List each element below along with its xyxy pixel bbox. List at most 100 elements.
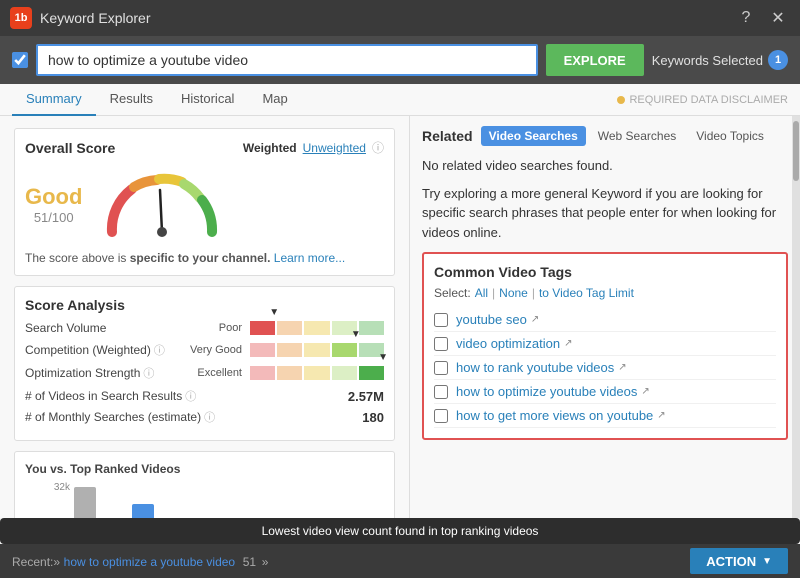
no-results-desc: Try exploring a more general Keyword if … — [422, 184, 788, 243]
tab-summary[interactable]: Summary — [12, 84, 96, 116]
optimization-info-icon[interactable]: ⓘ — [143, 365, 154, 381]
help-button[interactable]: ? — [734, 6, 758, 30]
score-number: 51/100 — [25, 210, 82, 225]
competition-bar — [250, 343, 384, 357]
tag-text-1[interactable]: youtube seo ↗ — [456, 312, 539, 327]
related-header: Related Video Searches Web Searches Vide… — [422, 126, 788, 146]
tags-select-to-limit[interactable]: to Video Tag Limit — [539, 286, 634, 300]
tag-label-1: youtube seo — [456, 312, 527, 327]
right-scrollbar[interactable] — [792, 116, 800, 518]
tag-item-2: video optimization ↗ — [434, 332, 776, 356]
required-disclaimer: REQUIRED DATA DISCLAIMER — [617, 94, 788, 106]
tag-item-3: how to rank youtube videos ↗ — [434, 356, 776, 380]
bar-red-3 — [250, 366, 275, 380]
tag-ext-icon-5: ↗ — [657, 410, 665, 421]
stat-searches-info-icon[interactable]: ⓘ — [204, 409, 215, 425]
tag-item-5: how to get more views on youtube ↗ — [434, 404, 776, 428]
tooltip-container: Lowest video view count found in top ran… — [0, 518, 800, 544]
no-results-section: No related video searches found. Try exp… — [422, 156, 788, 242]
recent-link[interactable]: how to optimize a youtube video — [64, 555, 235, 569]
explore-button[interactable]: EXPLORE — [546, 44, 644, 76]
stat-videos-info-icon[interactable]: ⓘ — [185, 388, 196, 404]
tag-text-2[interactable]: video optimization ↗ — [456, 336, 572, 351]
tag-text-5[interactable]: how to get more views on youtube ↗ — [456, 408, 666, 423]
keywords-selected: Keywords Selected 1 — [652, 50, 788, 70]
score-analysis-title: Score Analysis — [25, 297, 384, 313]
y-label-32k: 32k — [42, 482, 70, 493]
tab-results[interactable]: Results — [96, 84, 167, 116]
search-checkbox[interactable] — [12, 52, 28, 68]
bar-green-3 — [359, 366, 384, 380]
stat-videos-value: 2.57M — [348, 389, 384, 404]
analysis-row-search-volume: Search Volume Poor — [25, 321, 384, 335]
recent-section: Recent:» how to optimize a youtube video… — [12, 554, 268, 569]
stat-searches-row: # of Monthly Searches (estimate) ⓘ 180 — [25, 409, 384, 425]
stat-videos-row: # of Videos in Search Results ⓘ 2.57M — [25, 388, 384, 404]
chart-header: You vs. Top Ranked Videos — [25, 462, 384, 476]
right-panel: Related Video Searches Web Searches Vide… — [410, 116, 800, 518]
tags-select-row: Select: All | None | to Video Tag Limit — [434, 286, 776, 300]
tags-select-all[interactable]: All — [475, 286, 488, 300]
related-tab-web-searches[interactable]: Web Searches — [590, 126, 685, 146]
tag-checkbox-4[interactable] — [434, 385, 448, 399]
no-results-text: No related video searches found. — [422, 156, 788, 176]
bottom-bar: Recent:» how to optimize a youtube video… — [0, 544, 800, 578]
bar-orange-3 — [277, 366, 302, 380]
video-tags-title: Common Video Tags — [434, 264, 776, 280]
bar-orange-1 — [277, 321, 302, 335]
chart-body: Views 32k 24.9K 0 Avg. 23 — [25, 482, 384, 518]
tag-text-3[interactable]: how to rank youtube videos ↗ — [456, 360, 627, 375]
tag-checkbox-2[interactable] — [434, 337, 448, 351]
tag-label-5: how to get more views on youtube — [456, 408, 653, 423]
learn-more-link[interactable]: Learn more... — [274, 251, 345, 265]
stat-searches-label: # of Monthly Searches (estimate) ⓘ — [25, 409, 362, 425]
optimization-rating: Excellent — [185, 367, 250, 379]
competition-rating: Very Good — [185, 344, 250, 356]
chart-title: You vs. Top Ranked Videos — [25, 462, 180, 476]
tab-historical[interactable]: Historical — [167, 84, 248, 116]
recent-prefix: Recent:» — [12, 555, 60, 569]
score-note: The score above is specific to your chan… — [25, 251, 384, 265]
tag-checkbox-3[interactable] — [434, 361, 448, 375]
score-info-icon[interactable]: ⓘ — [372, 139, 384, 156]
competition-info-icon[interactable]: ⓘ — [154, 342, 165, 358]
tag-item-1: youtube seo ↗ — [434, 308, 776, 332]
weighted-label[interactable]: Weighted — [243, 141, 297, 155]
search-input[interactable] — [36, 44, 538, 76]
related-tab-video-searches[interactable]: Video Searches — [481, 126, 586, 146]
bar-red-2 — [250, 343, 275, 357]
competition-label-text: Competition (Weighted) — [25, 343, 151, 357]
bar-avg: Avg. — [74, 487, 96, 518]
close-button[interactable]: ✕ — [766, 6, 790, 30]
chart-section: You vs. Top Ranked Videos Views 32k 24.9… — [14, 451, 395, 518]
stat-searches-label-text: # of Monthly Searches (estimate) — [25, 410, 201, 424]
tag-ext-icon-1: ↗ — [531, 314, 539, 325]
overall-score-title: Overall Score — [25, 140, 115, 156]
title-bar-controls: ? ✕ — [734, 6, 790, 30]
search-bar: EXPLORE Keywords Selected 1 — [0, 36, 800, 84]
tag-checkbox-5[interactable] — [434, 409, 448, 423]
search-volume-rating: Poor — [185, 322, 250, 334]
unweighted-label[interactable]: Unweighted — [303, 141, 366, 155]
disclaimer-dot-icon — [617, 96, 625, 104]
tab-map[interactable]: Map — [248, 84, 301, 116]
left-panel: Overall Score Weighted Unweighted ⓘ Good… — [0, 116, 410, 518]
action-button[interactable]: ACTION ▼ — [690, 548, 788, 574]
tags-select-none[interactable]: None — [499, 286, 528, 300]
tag-checkbox-1[interactable] — [434, 313, 448, 327]
bar-lightgreen-3 — [332, 366, 357, 380]
related-tab-video-topics[interactable]: Video Topics — [688, 126, 772, 146]
bar-orange-2 — [277, 343, 302, 357]
tags-select-label: Select: — [434, 286, 471, 300]
action-label: ACTION — [706, 554, 756, 569]
right-scroll-thumb[interactable] — [793, 121, 799, 181]
tooltip: Lowest video view count found in top ran… — [0, 518, 800, 544]
score-header: Overall Score Weighted Unweighted ⓘ — [25, 139, 384, 156]
tag-text-4[interactable]: how to optimize youtube videos ↗ — [456, 384, 650, 399]
analysis-row-optimization: Optimization Strength ⓘ Excellent — [25, 365, 384, 381]
title-bar: 1b Keyword Explorer ? ✕ — [0, 0, 800, 36]
overall-score-section: Overall Score Weighted Unweighted ⓘ Good… — [14, 128, 395, 276]
tab-bar: Summary Results Historical Map REQUIRED … — [0, 84, 800, 116]
bar-avg-fill — [74, 487, 96, 518]
related-tabs: Video Searches Web Searches Video Topics — [481, 126, 772, 146]
